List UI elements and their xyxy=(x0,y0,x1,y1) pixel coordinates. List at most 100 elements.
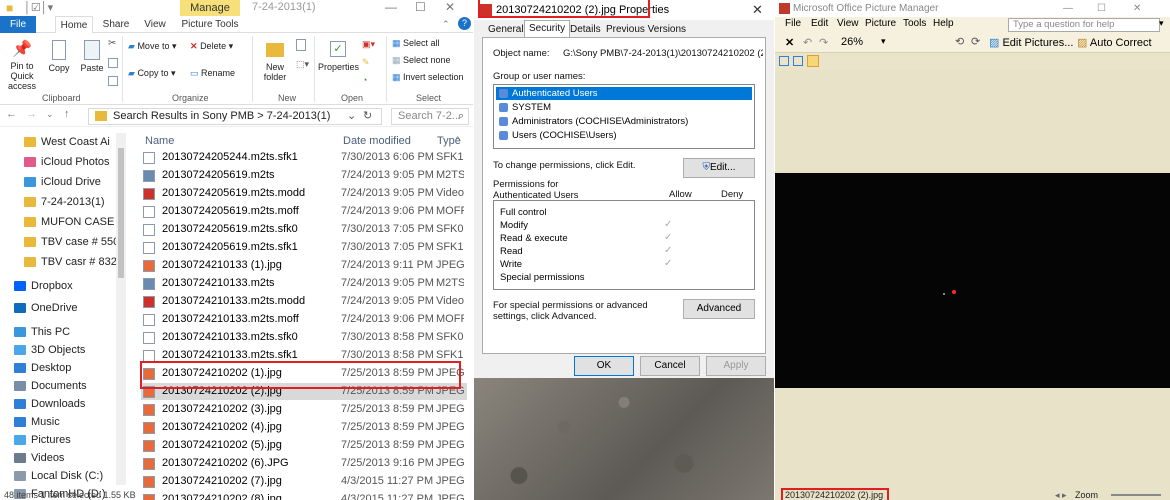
file-row[interactable]: 20130724210202 (4).jpg 7/25/2013 8:59 PM J… xyxy=(141,419,467,436)
file-row[interactable]: 20130724210133.m2ts.sfk1 7/30/2013 8:58 P… xyxy=(141,347,467,364)
file-row[interactable]: 20130724205619.m2ts.sfk1 7/30/2013 7:05 P… xyxy=(141,239,467,256)
search-box[interactable]: Search 7-2... ⌕ xyxy=(391,108,469,125)
up-icon[interactable]: ↑ xyxy=(64,108,70,120)
file-row[interactable]: 20130724210202 (1).jpg 7/25/2013 8:59 PM J… xyxy=(141,365,467,382)
manage-tab[interactable]: Manage xyxy=(180,0,240,16)
nav-item[interactable]: Downloads xyxy=(0,395,134,413)
user-list-item[interactable]: Authenticated Users xyxy=(496,87,752,100)
rotate-left-icon[interactable]: ⟲ xyxy=(955,35,964,48)
nav-item[interactable]: Dropbox xyxy=(0,277,134,295)
minimize-icon[interactable]: — xyxy=(1063,0,1073,17)
file-row[interactable]: 20130724205619.m2ts.moff 7/24/2013 9:06 P… xyxy=(141,203,467,220)
file-row[interactable]: 20130724210133.m2ts 7/24/2013 9:05 PM M2TS xyxy=(141,275,467,292)
rename-button[interactable]: ▭ Rename xyxy=(190,68,235,78)
file-row[interactable]: 20130724210133.m2ts.moff 7/24/2013 9:06 P… xyxy=(141,311,467,328)
cut-icon[interactable]: ✂ xyxy=(108,38,116,49)
nav-item[interactable]: OneDrive xyxy=(0,299,134,317)
zoom-dropdown-icon[interactable]: ▾ xyxy=(881,36,886,47)
maximize-icon[interactable]: ☐ xyxy=(1097,0,1106,17)
nav-scrollbar[interactable] xyxy=(116,133,126,485)
user-list-item[interactable]: Users (COCHISE\Users) xyxy=(496,129,752,142)
invert-selection-button[interactable]: ▦ Invert selection xyxy=(392,72,464,82)
tab-picture-tools[interactable]: Picture Tools xyxy=(180,16,240,33)
pin-quick-access-button[interactable]: 📌 Pin to Quick access xyxy=(2,39,42,91)
file-row[interactable]: 20130724210133 (1).jpg 7/24/2013 9:11 PM J… xyxy=(141,257,467,274)
nav-item[interactable]: West Coast Ai xyxy=(0,133,134,151)
menu-edit[interactable]: Edit xyxy=(811,18,828,29)
close-icon[interactable]: ✕ xyxy=(445,0,455,14)
nav-item[interactable]: TBV casr # 8329 xyxy=(0,253,134,271)
file-row[interactable]: 20130724210202 (5).jpg 7/25/2013 8:59 PM J… xyxy=(141,437,467,454)
apply-button[interactable]: Apply xyxy=(706,356,766,376)
tab-details[interactable]: Details xyxy=(566,22,605,38)
new-item-icon[interactable] xyxy=(296,39,306,51)
nav-item[interactable]: Pictures xyxy=(0,431,134,449)
menu-view[interactable]: View xyxy=(837,18,859,29)
close-icon[interactable]: ✕ xyxy=(752,0,763,20)
menu-file[interactable]: File xyxy=(785,18,801,29)
file-row[interactable]: 20130724205619.m2ts 7/24/2013 9:05 PM M2TS xyxy=(141,167,467,184)
edit-icon[interactable]: ✎ xyxy=(362,57,370,68)
history-icon[interactable]: ◔ xyxy=(362,75,367,85)
single-picture-view-icon[interactable] xyxy=(807,55,819,67)
ok-button[interactable]: OK xyxy=(574,356,634,376)
recent-dropdown-icon[interactable]: ⌄ xyxy=(46,109,54,120)
copy-path-icon[interactable] xyxy=(108,58,118,68)
nav-item[interactable]: 3D Objects xyxy=(0,341,134,359)
redo-icon[interactable]: ↷ xyxy=(819,36,828,49)
nav-item[interactable]: Desktop xyxy=(0,359,134,377)
paste-shortcut-icon[interactable] xyxy=(108,76,118,86)
file-row[interactable]: 20130724210202 (2).jpg 7/25/2013 8:59 PM J… xyxy=(141,383,467,400)
nav-item[interactable]: Music xyxy=(0,413,134,431)
delete-icon[interactable]: ✕ xyxy=(785,36,794,49)
tab-previous-versions[interactable]: Previous Versions xyxy=(602,22,690,38)
cancel-button[interactable]: Cancel xyxy=(640,356,700,376)
file-row[interactable]: 20130724210202 (6).JPG 7/25/2013 9:16 PM J… xyxy=(141,455,467,472)
prev-next-icon[interactable]: ◂ ▸ xyxy=(1055,490,1067,500)
file-row[interactable]: 20130724210133.m2ts.sfk0 7/30/2013 8:58 P… xyxy=(141,329,467,346)
select-all-button[interactable]: ▦ Select all xyxy=(392,38,440,48)
menu-tools[interactable]: Tools xyxy=(903,18,926,29)
file-row[interactable]: 20130724210202 (3).jpg 7/25/2013 8:59 PM J… xyxy=(141,401,467,418)
back-icon[interactable]: ← xyxy=(6,108,17,120)
easy-access-icon[interactable]: ⬚▾ xyxy=(296,59,309,70)
nav-item[interactable]: Local Disk (C:) xyxy=(0,467,134,485)
properties-button[interactable]: ✓ Properties xyxy=(318,39,359,72)
ask-question-box[interactable]: Type a question for help xyxy=(1008,18,1160,32)
nav-item[interactable]: This PC xyxy=(0,323,134,341)
edit-button[interactable]: ⛨Edit... xyxy=(683,158,755,178)
user-list-item[interactable]: Administrators (COCHISE\Administrators) xyxy=(496,115,752,128)
copy-button[interactable]: Copy xyxy=(46,39,72,73)
user-list-item[interactable]: SYSTEM xyxy=(496,101,752,114)
menu-picture[interactable]: Picture xyxy=(865,18,896,29)
nav-item[interactable]: iCloud Photos xyxy=(0,153,134,171)
address-bar[interactable]: Search Results in Sony PMB > 7-24-2013(1… xyxy=(88,108,382,125)
nav-item[interactable]: TBV case # 5509 xyxy=(0,233,134,251)
thumbnail-view-icon[interactable] xyxy=(779,56,789,66)
nav-item[interactable]: iCloud Drive xyxy=(0,173,134,191)
nav-item[interactable]: MUFON CASE xyxy=(0,213,134,231)
nav-item[interactable]: Documents xyxy=(0,377,134,395)
file-row[interactable]: 20130724205619.m2ts.sfk0 7/30/2013 7:05 P… xyxy=(141,221,467,238)
move-to-button[interactable]: ▰ Move to ▾ xyxy=(128,41,176,51)
paste-button[interactable]: Paste xyxy=(78,39,106,73)
column-name[interactable]: Name xyxy=(145,135,174,147)
tab-general[interactable]: General xyxy=(484,22,528,38)
chevron-up-icon[interactable]: ⌃ xyxy=(442,19,450,30)
ask-dropdown-icon[interactable]: ▾ xyxy=(1159,18,1164,29)
column-date-modified[interactable]: Date modified xyxy=(343,135,411,147)
address-dropdown-icon[interactable]: ⌄ xyxy=(347,109,356,124)
undo-icon[interactable]: ↶ xyxy=(803,36,812,49)
new-folder-button[interactable]: New folder xyxy=(258,39,292,82)
forward-icon[interactable]: → xyxy=(26,108,37,120)
refresh-icon[interactable]: ↻ xyxy=(363,109,372,124)
nav-item[interactable]: 7-24-2013(1) xyxy=(0,193,134,211)
nav-item[interactable]: Videos xyxy=(0,449,134,467)
tab-security[interactable]: Security xyxy=(524,20,571,38)
tab-share[interactable]: Share xyxy=(100,16,132,33)
scrollbar-thumb[interactable] xyxy=(118,148,124,278)
help-icon[interactable]: ? xyxy=(458,17,471,30)
open-icon[interactable]: ▣▾ xyxy=(362,39,375,50)
file-row[interactable]: 20130724205244.m2ts.sfk1 7/30/2013 6:06 P… xyxy=(141,149,467,166)
delete-button[interactable]: ✕ Delete ▾ xyxy=(190,41,233,51)
